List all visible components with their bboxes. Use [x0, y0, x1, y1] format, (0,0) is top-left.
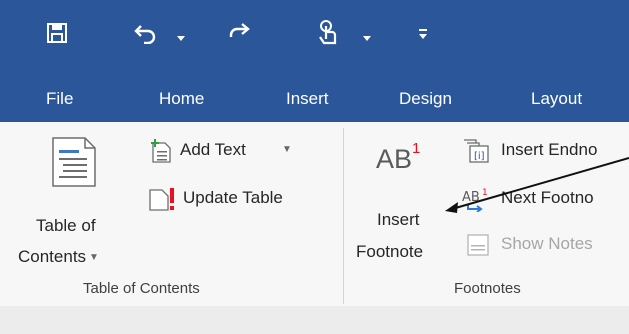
- table-of-contents-label-text: Contents: [18, 247, 87, 266]
- update-table-icon: [148, 186, 178, 217]
- ribbon-tab-bar: File Home Insert Design Layout: [0, 79, 629, 122]
- table-of-contents-label-line1: Table of: [36, 216, 96, 235]
- redo-icon[interactable]: [228, 22, 254, 49]
- add-text-icon: [148, 138, 172, 169]
- undo-dropdown-icon[interactable]: [177, 29, 185, 47]
- undo-icon[interactable]: [133, 22, 159, 49]
- insert-endnote-button[interactable]: [i] Insert Endno: [460, 136, 629, 166]
- show-notes-icon: [466, 233, 490, 262]
- show-notes-label: Show Notes: [501, 234, 593, 253]
- quick-access-toolbar: [0, 0, 629, 79]
- ribbon: Table of Contents ▼ Add Text ▼ Update Ta…: [0, 122, 629, 307]
- update-table-label: Update Table: [183, 188, 283, 207]
- tab-layout[interactable]: Layout: [531, 89, 582, 109]
- table-of-contents-label-line2: Contents ▼: [18, 247, 99, 267]
- add-text-label: Add Text: [180, 140, 246, 159]
- svg-text:[i]: [i]: [474, 151, 485, 162]
- update-table-button[interactable]: Update Table: [148, 184, 328, 214]
- svg-text:AB: AB: [462, 190, 480, 205]
- svg-text:1: 1: [482, 188, 488, 198]
- document-area-top: [0, 306, 629, 334]
- tab-file[interactable]: File: [46, 89, 73, 109]
- footnote-sup-text: 1: [412, 140, 421, 157]
- save-icon[interactable]: [46, 22, 68, 49]
- insert-endnote-label: Insert Endno: [501, 140, 598, 159]
- table-of-contents-button[interactable]: Table of Contents ▼: [18, 132, 132, 274]
- customize-qat-icon[interactable]: [418, 27, 428, 45]
- next-footnote-icon: AB 1: [462, 186, 490, 217]
- insert-endnote-icon: [i]: [462, 138, 490, 169]
- table-of-contents-group-label: Table of Contents: [83, 280, 200, 297]
- show-notes-button[interactable]: Show Notes: [460, 230, 629, 260]
- insert-footnote-label-line1: Insert: [377, 210, 420, 229]
- group-separator: [343, 128, 344, 304]
- tab-home[interactable]: Home: [159, 89, 204, 109]
- footnote-ab-icon: AB1: [376, 140, 420, 175]
- insert-footnote-label-line2: Footnote: [356, 242, 424, 261]
- chevron-down-icon: ▼: [89, 252, 99, 264]
- next-footnote-button[interactable]: AB 1 Next Footno: [460, 184, 629, 214]
- add-text-button[interactable]: Add Text ▼: [148, 136, 298, 166]
- insert-footnote-button[interactable]: AB1 Insert Footnote: [354, 138, 454, 274]
- touch-mode-dropdown-icon[interactable]: [363, 29, 371, 47]
- table-of-contents-icon: [51, 136, 97, 193]
- tab-insert[interactable]: Insert: [286, 89, 329, 109]
- tab-design[interactable]: Design: [399, 89, 452, 109]
- next-footnote-label: Next Footno: [501, 188, 594, 207]
- touch-mode-icon[interactable]: [318, 19, 340, 52]
- footnotes-group-label: Footnotes: [454, 280, 521, 297]
- footnote-ab-text: AB: [376, 144, 413, 174]
- chevron-down-icon: ▼: [282, 144, 292, 155]
